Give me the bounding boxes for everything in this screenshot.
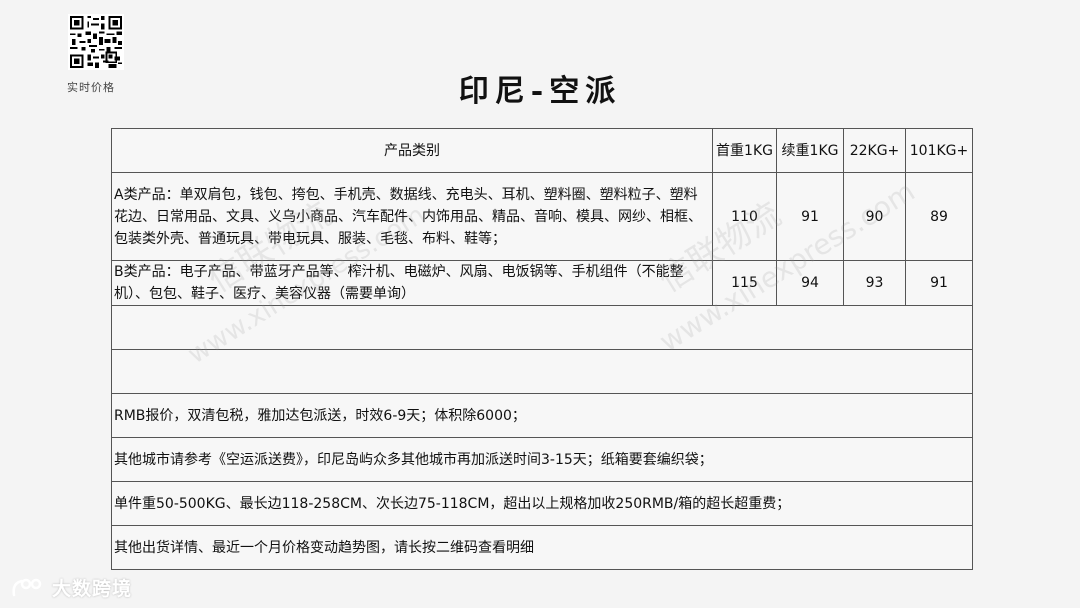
note-text: 其他出货详情、最近一个月价格变动趋势图，请长按二维码查看明细 (111, 525, 973, 570)
empty-cell (111, 305, 973, 350)
note-row: RMB报价，双清包税，雅加达包派送，时效6-9天；体积除6000； (111, 393, 973, 438)
header-category: 产品类别 (111, 128, 713, 173)
price-additional-kg: 91 (776, 172, 844, 261)
empty-row (111, 349, 973, 394)
price-22kg: 93 (843, 260, 906, 306)
rate-table: 产品类别 首重1KG 续重1KG 22KG+ 101KG+ A类产品：单双肩包，… (111, 128, 973, 570)
price-first-kg: 110 (712, 172, 777, 261)
note-row: 其他城市请参考《空运派送费》，印尼岛屿众多其他城市再加派送时间3-15天；纸箱要… (111, 437, 973, 482)
price-22kg: 90 (843, 172, 906, 261)
price-101kg: 89 (905, 172, 973, 261)
empty-cell (111, 349, 973, 394)
brand-logo: 大数跨境 (10, 574, 132, 601)
category-a: A类产品：单双肩包，钱包、挎包、手机壳、数据线、充电头、耳机、塑料圈、塑料粒子、… (111, 172, 713, 261)
price-first-kg: 115 (712, 260, 777, 306)
note-text: 单件重50-500KG、最长边118-258CM、次长边75-118CM，超出以… (111, 481, 973, 526)
qr-code[interactable] (68, 14, 124, 70)
note-text: 其他城市请参考《空运派送费》，印尼岛屿众多其他城市再加派送时间3-15天；纸箱要… (111, 437, 973, 482)
price-additional-kg: 94 (776, 260, 844, 306)
price-101kg: 91 (905, 260, 973, 306)
header-101kg: 101KG+ (905, 128, 973, 173)
note-row: 单件重50-500KG、最长边118-258CM、次长边75-118CM，超出以… (111, 481, 973, 526)
header-additional-kg: 续重1KG (776, 128, 844, 173)
empty-row (111, 305, 973, 350)
brand-name: 大数跨境 (52, 578, 133, 600)
note-text: RMB报价，双清包税，雅加达包派送，时效6-9天；体积除6000； (111, 393, 973, 438)
table-row: B类产品：电子产品、带蓝牙产品等、榨汁机、电磁炉、风扇、电饭锅等、手机组件（不能… (111, 260, 973, 306)
header-first-kg: 首重1KG (712, 128, 777, 173)
note-row: 其他出货详情、最近一个月价格变动趋势图，请长按二维码查看明细 (111, 525, 973, 570)
category-b: B类产品：电子产品、带蓝牙产品等、榨汁机、电磁炉、风扇、电饭锅等、手机组件（不能… (111, 260, 713, 306)
table-header-row: 产品类别 首重1KG 续重1KG 22KG+ 101KG+ (111, 128, 973, 173)
table-row: A类产品：单双肩包，钱包、挎包、手机壳、数据线、充电头、耳机、塑料圈、塑料粒子、… (111, 172, 973, 261)
brand-icon (12, 578, 42, 596)
header-22kg: 22KG+ (843, 128, 906, 173)
page-title: 印尼-空派 (458, 74, 622, 109)
